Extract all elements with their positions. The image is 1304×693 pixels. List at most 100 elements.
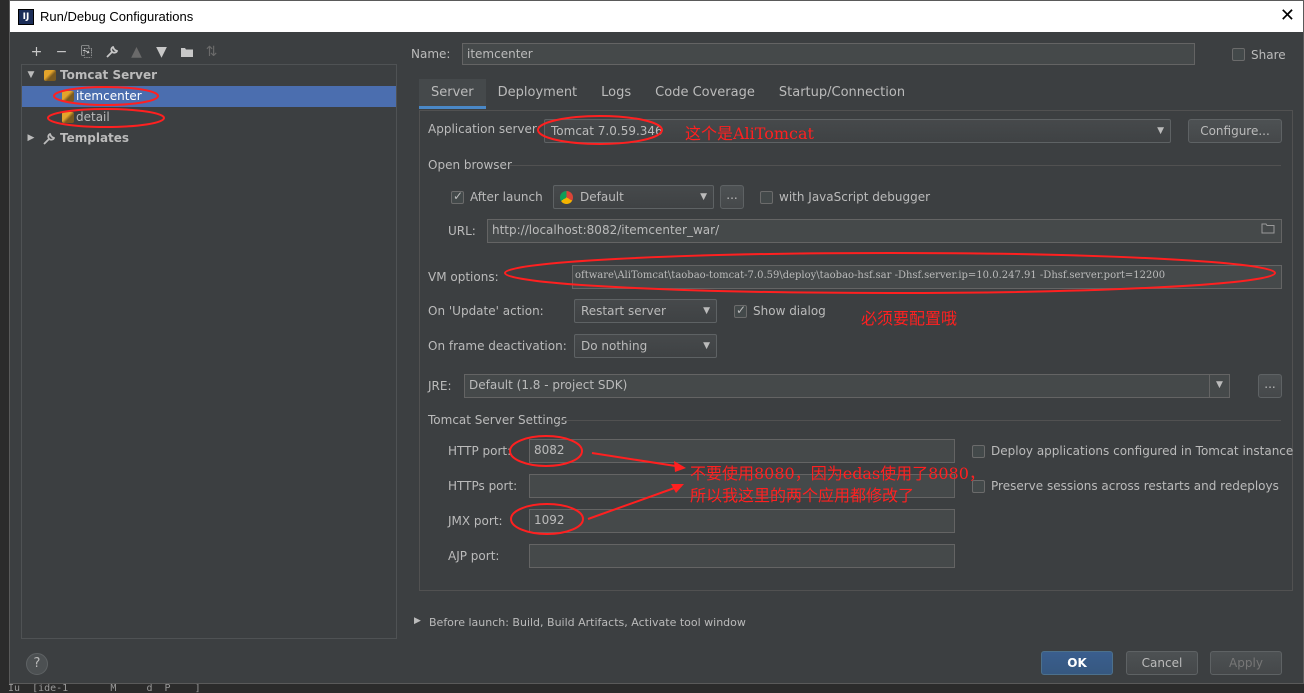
remove-config-icon[interactable]: − bbox=[49, 41, 74, 63]
tree-group-templates[interactable]: ▶ Templates bbox=[22, 128, 396, 149]
collapse-arrow-icon[interactable]: ▶ bbox=[25, 128, 37, 149]
preserve-sessions-label: Preserve sessions across restarts and re… bbox=[991, 479, 1279, 493]
annotation-port-note-2: 所以我这里的两个应用都修改了 bbox=[690, 486, 915, 505]
show-dialog-checkbox[interactable] bbox=[734, 303, 747, 318]
tab-logs[interactable]: Logs bbox=[589, 79, 643, 109]
jre-combo[interactable]: Default (1.8 - project SDK) ▼ bbox=[464, 374, 1230, 398]
browser-combo[interactable]: Default ▼ bbox=[553, 185, 714, 209]
url-value: http://localhost:8082/itemcenter_war/ bbox=[492, 223, 720, 237]
intellij-app-icon: IJ bbox=[18, 9, 34, 25]
tab-deployment[interactable]: Deployment bbox=[486, 79, 590, 109]
folder-icon[interactable] bbox=[174, 41, 199, 63]
background-editor-strip bbox=[0, 0, 9, 693]
on-frame-value: Do nothing bbox=[581, 339, 648, 353]
jre-label: JRE: bbox=[428, 379, 452, 393]
show-dialog-label: Show dialog bbox=[753, 304, 826, 318]
close-icon[interactable]: ✕ bbox=[1280, 5, 1295, 26]
browser-value: Default bbox=[580, 190, 624, 204]
after-launch-label: After launch bbox=[470, 190, 543, 204]
browser-more-button[interactable]: ... bbox=[720, 185, 744, 209]
on-update-combo[interactable]: Restart server ▼ bbox=[574, 299, 717, 323]
background-console-text: Iu [ide-1 M d P ] bbox=[0, 684, 1304, 693]
configure-button[interactable]: Configure... bbox=[1188, 119, 1282, 143]
move-up-icon[interactable]: ▲ bbox=[124, 41, 149, 63]
tree-item-itemcenter[interactable]: itemcenter bbox=[22, 86, 396, 107]
chrome-icon bbox=[560, 191, 573, 204]
jre-more-button[interactable]: ... bbox=[1258, 374, 1282, 398]
tomcat-icon bbox=[62, 112, 74, 123]
tab-server[interactable]: Server bbox=[419, 79, 486, 109]
tab-code-coverage[interactable]: Code Coverage bbox=[643, 79, 767, 109]
url-label: URL: bbox=[448, 224, 476, 238]
server-tab-panel: Application server: Tomcat 7.0.59.346 ▼ … bbox=[419, 110, 1293, 591]
app-server-value: Tomcat 7.0.59.346 bbox=[551, 124, 663, 138]
share-checkbox[interactable] bbox=[1232, 48, 1245, 61]
dropdown-arrow-icon: ▼ bbox=[703, 306, 710, 316]
move-down-icon[interactable]: ▼ bbox=[149, 41, 174, 63]
sort-icon[interactable]: ⇅ bbox=[199, 41, 224, 63]
tomcat-icon bbox=[44, 70, 56, 81]
vm-options-label: VM options: bbox=[428, 270, 499, 284]
js-debugger-label: with JavaScript debugger bbox=[779, 190, 931, 204]
wrench-icon bbox=[42, 132, 56, 145]
tomcat-icon bbox=[62, 91, 74, 102]
dropdown-arrow-icon: ▼ bbox=[700, 192, 707, 202]
run-debug-dialog: IJ Run/Debug Configurations ✕ + − ⎘ ▲ ▼ … bbox=[9, 0, 1304, 684]
title-bar: IJ Run/Debug Configurations ✕ bbox=[10, 1, 1303, 32]
tree-group-label: Tomcat Server bbox=[60, 68, 158, 82]
deploy-apps-checkbox[interactable] bbox=[972, 445, 985, 458]
on-update-value: Restart server bbox=[581, 304, 666, 318]
url-field[interactable]: http://localhost:8082/itemcenter_war/ bbox=[487, 219, 1282, 243]
before-launch-arrow-icon[interactable]: ▶ bbox=[414, 616, 421, 626]
copy-config-icon[interactable]: ⎘ bbox=[74, 41, 99, 63]
config-tree: ▼ Tomcat Server itemcenter detail ▶ Temp… bbox=[21, 64, 397, 639]
share-label: Share bbox=[1251, 48, 1286, 62]
jmx-port-field[interactable]: 1092 bbox=[529, 509, 955, 533]
tree-item-detail[interactable]: detail bbox=[22, 107, 396, 128]
window-title: Run/Debug Configurations bbox=[40, 9, 194, 24]
https-port-label: HTTPs port: bbox=[448, 479, 518, 493]
jmx-port-label: JMX port: bbox=[448, 514, 503, 528]
tomcat-settings-section: Tomcat Server Settings bbox=[428, 413, 568, 427]
tree-item-label: itemcenter bbox=[76, 89, 142, 103]
ajp-port-field[interactable] bbox=[529, 544, 955, 568]
on-frame-combo[interactable]: Do nothing ▼ bbox=[574, 334, 717, 358]
help-button[interactable]: ? bbox=[26, 653, 48, 675]
expand-arrow-icon[interactable]: ▼ bbox=[25, 65, 37, 86]
js-debugger-checkbox[interactable] bbox=[760, 191, 773, 204]
http-port-label: HTTP port: bbox=[448, 444, 512, 458]
app-server-label: Application server: bbox=[428, 122, 541, 136]
folder-icon[interactable] bbox=[1261, 220, 1275, 240]
tree-item-label: detail bbox=[76, 110, 110, 124]
tree-templates-label: Templates bbox=[60, 131, 130, 145]
dropdown-arrow-icon: ▼ bbox=[1157, 126, 1164, 136]
on-frame-label: On frame deactivation: bbox=[428, 339, 567, 353]
tree-group-tomcat-server[interactable]: ▼ Tomcat Server bbox=[22, 65, 396, 86]
annotation-port-note-1: 不要使用8080，因为edas使用了8080， bbox=[690, 464, 985, 483]
dropdown-arrow-icon: ▼ bbox=[703, 341, 710, 351]
vm-options-field[interactable]: oftware\AliTomcat\taobao-tomcat-7.0.59\d… bbox=[572, 265, 1282, 289]
deploy-apps-label: Deploy applications configured in Tomcat… bbox=[991, 444, 1294, 458]
jre-value: Default (1.8 - project SDK) bbox=[469, 378, 628, 392]
app-server-combo[interactable]: Tomcat 7.0.59.346 ▼ bbox=[544, 119, 1171, 143]
config-tabs: Server Deployment Logs Code Coverage Sta… bbox=[419, 79, 917, 109]
wrench-icon[interactable] bbox=[99, 41, 124, 63]
on-update-label: On 'Update' action: bbox=[428, 304, 544, 318]
after-launch-checkbox[interactable] bbox=[451, 189, 464, 204]
name-label: Name: bbox=[411, 47, 451, 61]
cancel-button[interactable]: Cancel bbox=[1126, 651, 1198, 675]
before-launch-label[interactable]: Before launch: Build, Build Artifacts, A… bbox=[429, 616, 746, 629]
add-config-icon[interactable]: + bbox=[24, 41, 49, 63]
config-toolbar: + − ⎘ ▲ ▼ ⇅ bbox=[24, 41, 224, 63]
tab-startup-connection[interactable]: Startup/Connection bbox=[767, 79, 917, 109]
open-browser-section: Open browser bbox=[428, 158, 512, 172]
section-divider bbox=[510, 165, 1281, 166]
ok-button[interactable]: OK bbox=[1041, 651, 1113, 675]
section-divider bbox=[558, 420, 1281, 421]
annotation-must-config: 必须要配置哦 bbox=[861, 309, 958, 328]
dropdown-arrow-icon[interactable]: ▼ bbox=[1209, 375, 1229, 397]
apply-button[interactable]: Apply bbox=[1210, 651, 1282, 675]
annotation-alitomcat: 这个是AliTomcat bbox=[685, 124, 814, 143]
ajp-port-label: AJP port: bbox=[448, 549, 500, 563]
name-field[interactable]: itemcenter bbox=[462, 43, 1195, 65]
